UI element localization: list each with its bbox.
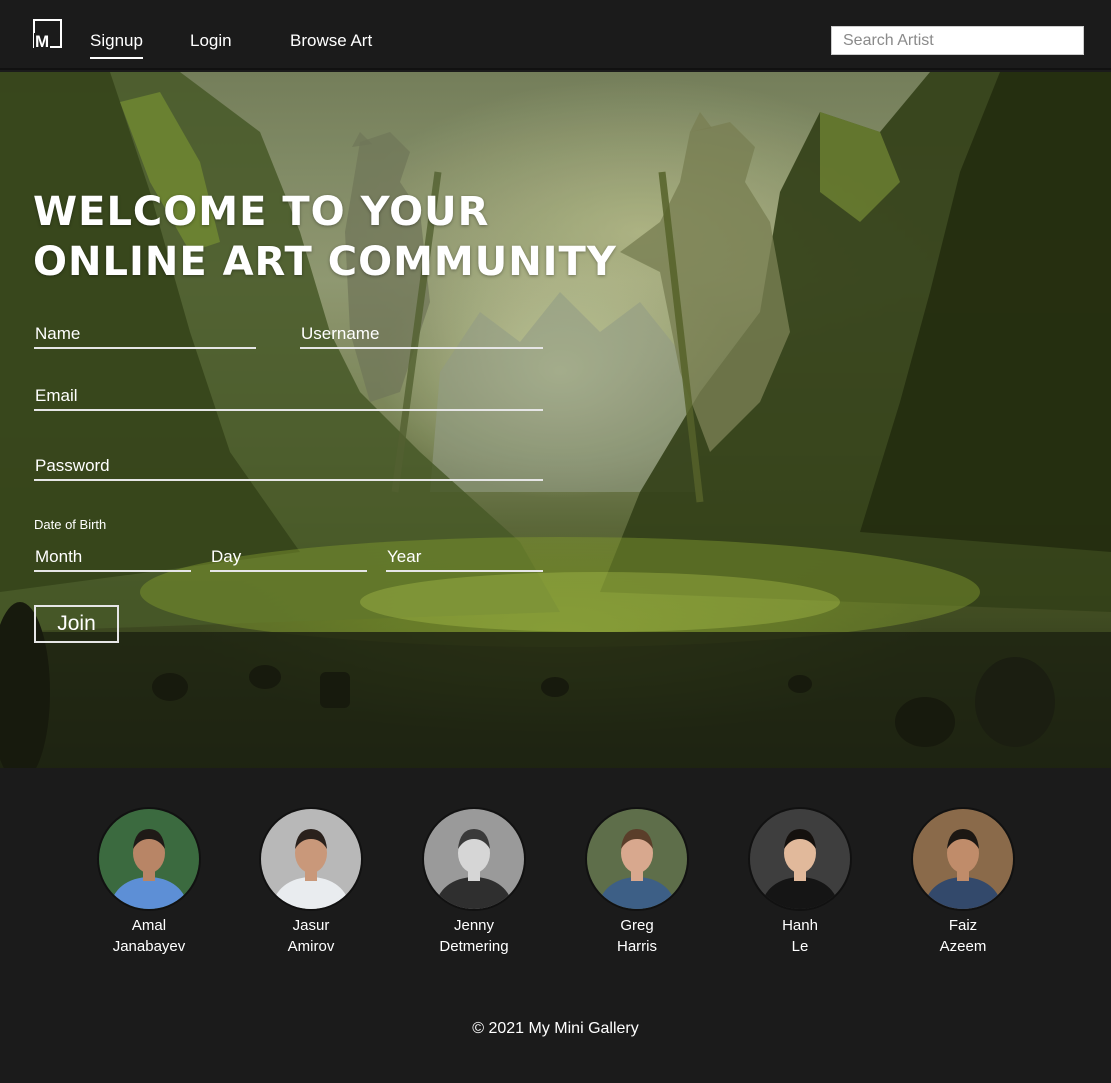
year-input[interactable] [386, 544, 543, 570]
team-member: Amal Janabayev [79, 807, 219, 957]
member-name: Jasur Amirov [241, 915, 381, 957]
password-input[interactable] [34, 453, 543, 479]
member-name: Greg Harris [567, 915, 707, 957]
name-input[interactable] [34, 321, 256, 347]
username-field [300, 321, 543, 349]
member-first-name: Jenny [453, 917, 495, 934]
avatar-portrait [99, 809, 199, 909]
avatar-portrait [913, 809, 1013, 909]
member-first-name: Greg [620, 917, 654, 934]
member-name: Hanh Le [730, 915, 870, 957]
hero-title-line1: WELCOME TO YOUR [33, 189, 490, 235]
avatar-portrait [750, 809, 850, 909]
name-field [34, 321, 256, 349]
team-member: Jasur Amirov [241, 807, 381, 957]
password-field [34, 453, 543, 481]
member-last-name: Azeem [939, 938, 987, 955]
member-last-name: Detmering [439, 938, 509, 955]
team-member: Greg Harris [567, 807, 707, 957]
footer-copyright: © 2021 My Mini Gallery [472, 1020, 639, 1037]
email-field [34, 383, 543, 411]
search-artist-input[interactable] [831, 26, 1084, 55]
month-field [34, 544, 191, 572]
hero-background-painting [0, 72, 1111, 768]
nav-link-login[interactable]: Login [190, 30, 232, 52]
member-last-name: Janabayev [112, 938, 186, 955]
avatar [911, 807, 1015, 911]
avatar-portrait [587, 809, 687, 909]
avatar [259, 807, 363, 911]
month-input[interactable] [34, 544, 191, 570]
member-last-name: Le [791, 938, 809, 955]
team-section: Amal Janabayev Jasur Amirov Jenny Detmer… [0, 768, 1111, 988]
member-last-name: Harris [617, 938, 657, 955]
site-logo[interactable]: M [33, 19, 62, 51]
join-button[interactable]: Join [34, 605, 119, 643]
day-input[interactable] [210, 544, 367, 570]
avatar-portrait [424, 809, 524, 909]
nav-link-browse-art[interactable]: Browse Art [290, 30, 372, 52]
member-first-name: Jasur [292, 917, 330, 934]
member-name: Faiz Azeem [893, 915, 1033, 957]
avatar [422, 807, 526, 911]
date-of-birth-label: Date of Birth [34, 517, 107, 532]
hero-title: WELCOME TO YOUR ONLINE ART COMMUNITY [33, 187, 617, 287]
member-name: Jenny Detmering [404, 915, 544, 957]
hero-title-line2: ONLINE ART COMMUNITY [33, 239, 617, 285]
team-member: Hanh Le [730, 807, 870, 957]
avatar [748, 807, 852, 911]
nav-link-signup[interactable]: Signup [90, 30, 143, 59]
member-last-name: Amirov [287, 938, 335, 955]
member-name: Amal Janabayev [79, 915, 219, 957]
logo-letter: M [34, 32, 51, 51]
member-first-name: Hanh [782, 917, 818, 934]
team-member: Jenny Detmering [404, 807, 544, 957]
team-member: Faiz Azeem [893, 807, 1033, 957]
hero-section: WELCOME TO YOUR ONLINE ART COMMUNITY Dat… [0, 72, 1111, 768]
username-input[interactable] [300, 321, 543, 347]
year-field [386, 544, 543, 572]
avatar [585, 807, 689, 911]
email-input[interactable] [34, 383, 543, 409]
member-first-name: Faiz [948, 917, 978, 934]
member-first-name: Amal [131, 917, 167, 934]
avatar [97, 807, 201, 911]
navbar: M Signup Login Browse Art [0, 0, 1111, 70]
avatar-portrait [261, 809, 361, 909]
day-field [210, 544, 367, 572]
